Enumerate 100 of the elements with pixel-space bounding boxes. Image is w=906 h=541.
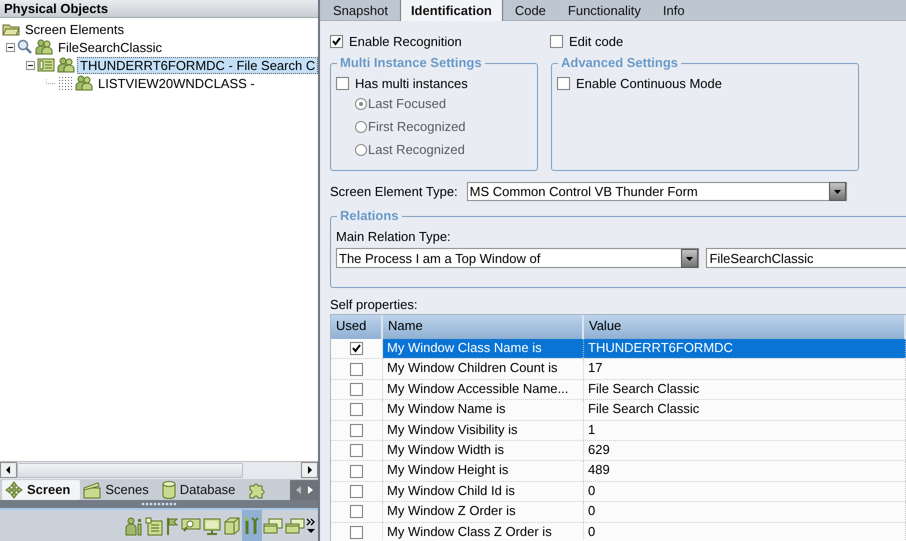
people-icon bbox=[57, 57, 75, 73]
tab[interactable]: Identification bbox=[400, 0, 503, 21]
tab[interactable]: Snapshot bbox=[323, 0, 398, 20]
grip-handle-icon[interactable] bbox=[141, 502, 177, 506]
table-cell: My Window Class Name is bbox=[383, 339, 584, 358]
checkbox-label: Enable Recognition bbox=[349, 34, 462, 48]
table-cell: My Window Z Order is bbox=[383, 502, 584, 522]
column-header[interactable]: Name bbox=[383, 315, 584, 339]
table-cell: File Search Classic bbox=[584, 380, 906, 400]
table-row[interactable]: My Window Height is 489 bbox=[331, 461, 906, 482]
tree-item[interactable]: FileSearchClassic bbox=[55, 38, 166, 56]
table-row[interactable]: My Window Class Name is THUNDERRT6FORMDC bbox=[331, 339, 906, 360]
table-cell: 0 bbox=[584, 502, 906, 522]
table-cell: My Window Children Count is bbox=[383, 359, 584, 379]
table-cell: My Window Accessible Name... bbox=[383, 380, 584, 400]
people-icon bbox=[75, 75, 93, 91]
checkbox[interactable] bbox=[350, 526, 363, 539]
magnifier-icon bbox=[17, 39, 33, 55]
people-icon bbox=[35, 39, 53, 55]
table-cell: My Window Visibility is bbox=[383, 420, 584, 440]
table-row[interactable]: My Window Children Count is 17 bbox=[331, 359, 906, 380]
checkbox[interactable] bbox=[350, 362, 363, 376]
person-info-icon bbox=[125, 516, 143, 536]
table-row[interactable]: My Window Accessible Name... File Search Classic bbox=[331, 380, 906, 400]
checkbox[interactable] bbox=[330, 34, 343, 48]
checkbox-label: Enable Continuous Mode bbox=[576, 76, 722, 91]
horizontal-scrollbar[interactable] bbox=[0, 461, 318, 479]
table-cell: 17 bbox=[584, 359, 906, 379]
puzzle-piece-icon bbox=[247, 480, 266, 498]
tab[interactable]: Info bbox=[652, 0, 695, 20]
table-cell: THUNDERRT6FORMDC bbox=[584, 339, 906, 358]
checkbox[interactable] bbox=[350, 342, 363, 356]
flag-icon bbox=[165, 516, 179, 536]
checkbox-label: Edit code bbox=[569, 34, 624, 48]
table-row[interactable]: My Window Z Order is 0 bbox=[331, 502, 906, 523]
field-label: Screen Element Type: bbox=[330, 184, 458, 199]
cross-arrows-icon bbox=[4, 480, 24, 498]
column-header[interactable]: Value bbox=[584, 315, 906, 339]
table-row[interactable]: My Window Class Z Order is 0 bbox=[331, 522, 906, 541]
expander-icon[interactable] bbox=[6, 42, 15, 52]
tree-item[interactable]: LISTVIEW20WNDCLASS - bbox=[95, 74, 258, 92]
table-row[interactable]: My Window Name is File Search Classic bbox=[331, 400, 906, 421]
panel-title: Physical Objects bbox=[0, 0, 318, 18]
checkbox[interactable] bbox=[557, 77, 570, 90]
table-cell: 629 bbox=[584, 440, 906, 460]
overflow-chevron-icon[interactable] bbox=[306, 516, 316, 536]
clapperboard-icon bbox=[82, 480, 102, 498]
checkbox[interactable] bbox=[350, 403, 363, 416]
group-title: Advanced Settings bbox=[558, 55, 682, 71]
panel-tab[interactable]: Database bbox=[158, 480, 246, 500]
table-row[interactable]: My Window Visibility is 1 bbox=[331, 420, 906, 441]
checkbox[interactable] bbox=[350, 424, 363, 437]
radio-label: Last Recognized bbox=[368, 142, 465, 157]
radio-label: Last Focused bbox=[368, 96, 446, 111]
panel-tab[interactable]: Scenes bbox=[80, 480, 159, 500]
table-cell: 0 bbox=[584, 482, 906, 502]
tree-item[interactable]: THUNDERRT6FORMDC - File Search C bbox=[77, 56, 318, 74]
checkbox[interactable] bbox=[550, 34, 563, 48]
table-cell: My Window Width is bbox=[383, 440, 584, 460]
table-cell: My Window Height is bbox=[383, 461, 584, 481]
toolbar-button[interactable] bbox=[242, 510, 262, 541]
dropdown[interactable]: MS Common Control VB Thunder Form bbox=[466, 182, 847, 201]
table-cell: File Search Classic bbox=[584, 400, 906, 420]
dropdown[interactable]: The Process I am a Top Window of bbox=[336, 248, 700, 268]
stacked-windows-icon bbox=[263, 516, 283, 536]
window-form-icon bbox=[37, 58, 55, 72]
checkbox[interactable] bbox=[350, 505, 363, 518]
monitor-icon bbox=[203, 516, 221, 536]
table-cell: My Window Class Z Order is bbox=[383, 522, 584, 541]
window-list-icon bbox=[145, 516, 163, 536]
checkbox[interactable] bbox=[350, 484, 363, 498]
checkbox[interactable] bbox=[350, 464, 363, 478]
checkbox[interactable] bbox=[350, 444, 363, 458]
table-cell: My Window Child Id is bbox=[383, 482, 584, 502]
field-label: Main Relation Type: bbox=[336, 229, 452, 244]
text-field[interactable]: FileSearchClassic bbox=[706, 248, 906, 268]
radio-label: First Recognized bbox=[368, 119, 466, 134]
scroll-left-icon[interactable] bbox=[0, 462, 17, 478]
group-title: Multi Instance Settings bbox=[337, 55, 485, 71]
table-cell: 1 bbox=[584, 420, 906, 440]
table-cell: 489 bbox=[584, 461, 906, 481]
checkbox[interactable] bbox=[350, 382, 363, 396]
section-label: Self properties: bbox=[330, 297, 418, 312]
folder-icon bbox=[2, 22, 20, 36]
tools-icon bbox=[243, 516, 261, 536]
table-row[interactable]: My Window Width is 629 bbox=[331, 440, 906, 462]
table-cell: My Window Name is bbox=[383, 400, 584, 420]
scroll-right-icon[interactable] bbox=[301, 462, 318, 478]
stacked-windows-icon bbox=[285, 516, 305, 536]
tree-item[interactable]: Screen Elements bbox=[22, 20, 127, 38]
expander-icon[interactable] bbox=[26, 60, 35, 70]
checkbox[interactable] bbox=[336, 77, 349, 90]
table-cell: 0 bbox=[584, 522, 906, 541]
cube-icon bbox=[223, 516, 241, 536]
tab[interactable]: Code bbox=[504, 0, 556, 20]
panel-tab[interactable]: Screen bbox=[2, 480, 80, 500]
column-header[interactable]: Used bbox=[331, 315, 383, 339]
table-row[interactable]: My Window Child Id is 0 bbox=[331, 482, 906, 502]
cylinder-icon bbox=[160, 480, 177, 498]
tab[interactable]: Functionality bbox=[558, 0, 651, 20]
